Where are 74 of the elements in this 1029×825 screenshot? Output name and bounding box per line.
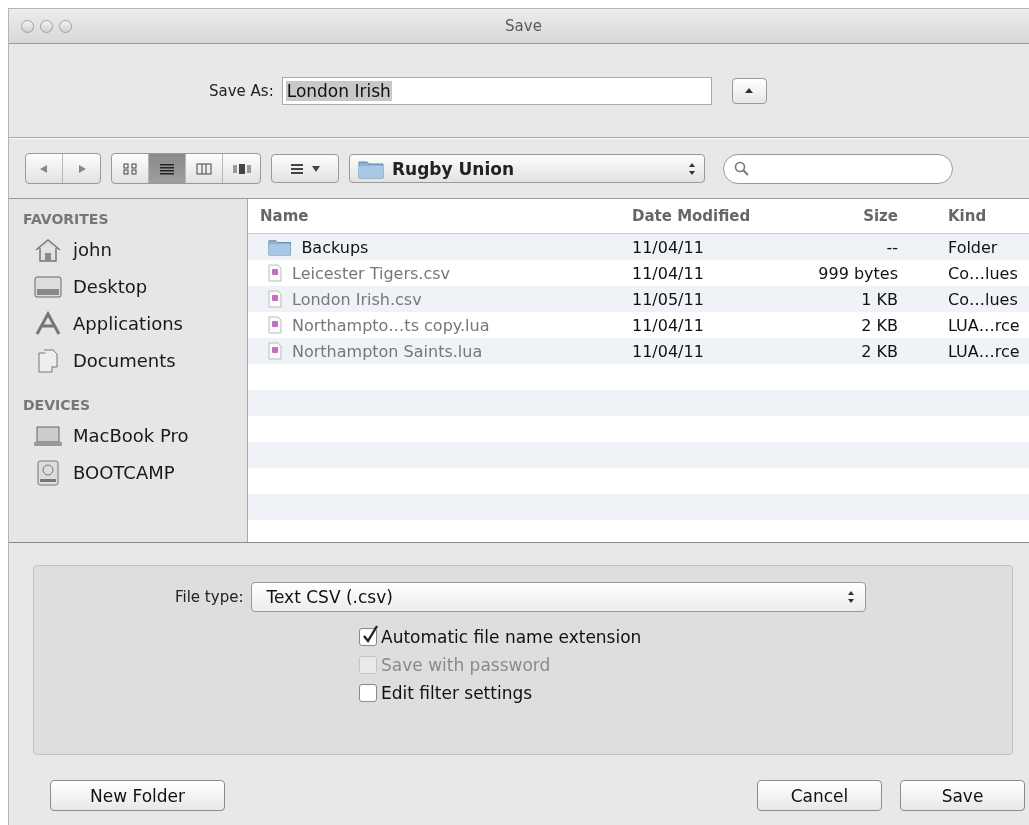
cover-flow-icon [232, 162, 251, 175]
kind-cell-text: LUA…rce [947, 341, 1021, 361]
caret-icon [312, 165, 320, 172]
right-arrow-icon [76, 163, 87, 174]
column-header[interactable]: Name [260, 207, 632, 225]
dialog-button[interactable]: Cancel [757, 780, 882, 811]
checkbox[interactable] [359, 684, 377, 702]
size-cell-text: -- [885, 237, 898, 257]
column-view-icon [196, 162, 212, 175]
document-icon [268, 290, 282, 308]
file-name: Backups [301, 237, 369, 257]
stepper-arrows-icon [688, 161, 696, 176]
kind-cell-text: Co…lues [947, 263, 1019, 283]
window-title: Save [505, 17, 542, 35]
sidebar-item[interactable]: BOOTCAMP [23, 454, 247, 491]
document-icon [268, 264, 282, 282]
file-row[interactable]: Backups 11/04/11 -- Folder [248, 234, 1029, 260]
dialog-button[interactable]: Save [900, 780, 1025, 811]
file-name: London Irish.csv [292, 289, 422, 309]
arrange-icon [290, 162, 304, 175]
column-header[interactable]: Size [780, 207, 898, 225]
close-button[interactable] [21, 19, 34, 33]
sidebar-item[interactable]: MacBook Pro [23, 417, 247, 454]
file-type-popup[interactable]: Text CSV (.csv) [251, 582, 867, 612]
sidebar-item[interactable]: Documents [23, 342, 247, 379]
size-cell-text: 2 KB [860, 341, 898, 361]
size-cell-text: 2 KB [860, 315, 898, 335]
triangle-icon [744, 87, 755, 94]
folder-icon [358, 158, 384, 179]
sidebar-item[interactable]: john [23, 231, 247, 268]
house-icon [33, 236, 63, 263]
sidebar-item[interactable]: Applications [23, 305, 247, 342]
view-mode-button[interactable] [149, 154, 186, 183]
file-name: Leicester Tigers.csv [292, 263, 450, 283]
date-cell-text: 11/05/11 [632, 289, 705, 309]
minimize-button[interactable] [40, 19, 53, 33]
document-icon [268, 316, 282, 334]
zoom-button[interactable] [59, 19, 72, 33]
stepper-arrows-icon [847, 590, 856, 604]
left-arrow-icon [39, 163, 49, 174]
date-cell-text: 11/04/11 [632, 237, 705, 257]
desktop-icon [33, 273, 63, 300]
column-header[interactable]: Date Modified [632, 207, 780, 225]
column-header[interactable]: Kind [898, 207, 1029, 225]
folder-icon [268, 238, 292, 256]
search-field[interactable] [723, 153, 953, 184]
file-name: Northampton Saints.lua [292, 341, 483, 361]
date-cell-text: 11/04/11 [632, 341, 705, 361]
arrange-button[interactable] [271, 154, 339, 183]
checkbox-option[interactable]: Automatic file name extension [359, 627, 1012, 647]
file-name: Northampto…ts copy.lua [292, 315, 490, 335]
kind-cell-text: Co…lues [947, 289, 1019, 309]
list-view-icon [159, 162, 175, 175]
checkbox-option[interactable]: Edit filter settings [359, 683, 1012, 703]
size-cell-text: 999 bytes [817, 263, 898, 283]
kind-cell-text: LUA…rce [947, 315, 1021, 335]
checkbox[interactable] [359, 628, 377, 646]
date-cell-text: 11/04/11 [632, 315, 705, 335]
sidebar-item[interactable]: Desktop [23, 268, 247, 305]
sidebar-heading: DEVICES [23, 397, 92, 413]
document-icon [268, 342, 282, 360]
expand-button[interactable] [731, 77, 767, 104]
save-as-label: Save As: [209, 81, 274, 100]
file-name-field[interactable]: London Irish [281, 76, 712, 105]
location-popup[interactable]: Rugby Union [349, 154, 705, 183]
new-folder-button[interactable]: New Folder [50, 780, 225, 811]
icon-view-icon [123, 162, 137, 175]
file-type-label: File type: [175, 588, 244, 606]
date-cell-text: 11/04/11 [632, 263, 705, 283]
size-cell-text: 1 KB [860, 289, 898, 309]
sidebar-heading: FAVORITES [23, 211, 110, 227]
applications-icon [33, 310, 63, 337]
search-icon [734, 160, 750, 177]
kind-cell-text: Folder [947, 237, 999, 257]
